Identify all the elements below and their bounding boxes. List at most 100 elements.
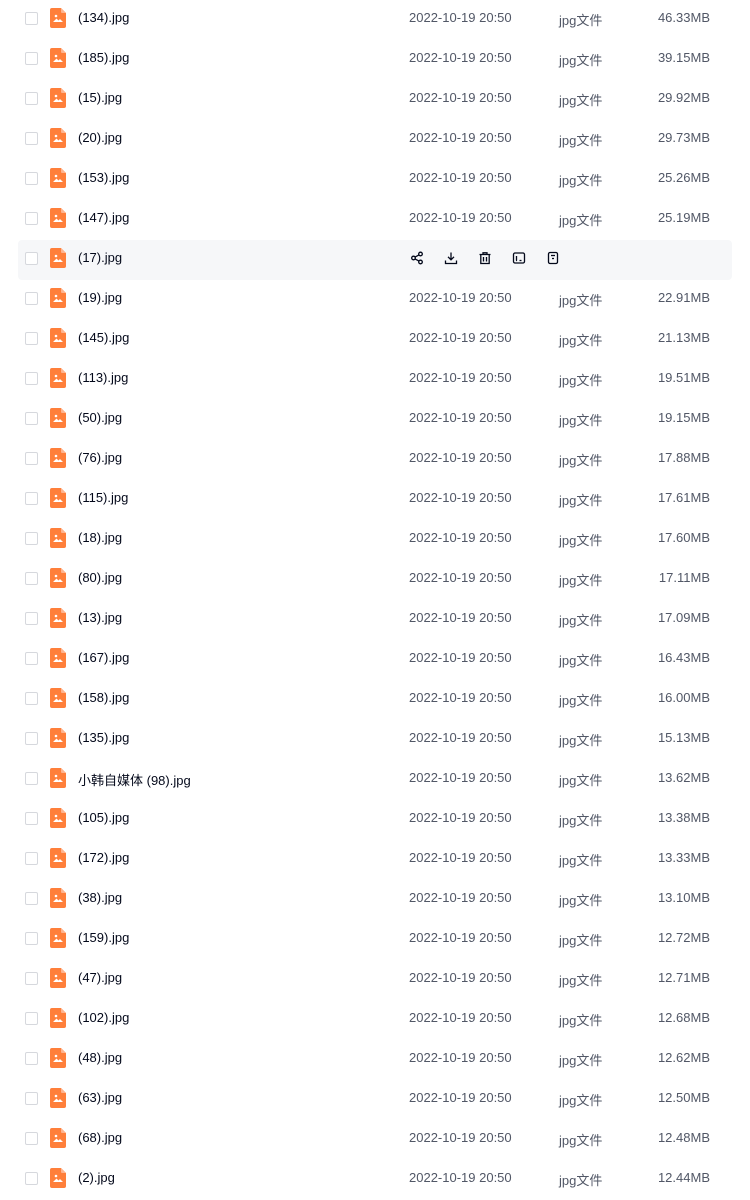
file-row[interactable]: (115).jpg 2022-10-19 20:50 jpg文件 17.61MB: [18, 480, 732, 520]
file-name[interactable]: (38).jpg: [78, 890, 122, 905]
file-name[interactable]: (135).jpg: [78, 730, 129, 745]
row-checkbox[interactable]: [25, 732, 38, 745]
file-row[interactable]: (185).jpg 2022-10-19 20:50 jpg文件 39.15MB: [18, 40, 732, 80]
file-row[interactable]: (172).jpg 2022-10-19 20:50 jpg文件 13.33MB: [18, 840, 732, 880]
row-checkbox[interactable]: [25, 1052, 38, 1065]
row-checkbox[interactable]: [25, 52, 38, 65]
row-checkbox[interactable]: [25, 892, 38, 905]
file-name[interactable]: (15).jpg: [78, 90, 122, 105]
row-checkbox[interactable]: [25, 612, 38, 625]
file-row[interactable]: (63).jpg 2022-10-19 20:50 jpg文件 12.50MB: [18, 1080, 732, 1120]
row-checkbox[interactable]: [25, 652, 38, 665]
file-row[interactable]: (76).jpg 2022-10-19 20:50 jpg文件 17.88MB: [18, 440, 732, 480]
row-checkbox[interactable]: [25, 372, 38, 385]
file-row[interactable]: (167).jpg 2022-10-19 20:50 jpg文件 16.43MB: [18, 640, 732, 680]
row-checkbox[interactable]: [25, 412, 38, 425]
file-row[interactable]: (13).jpg 2022-10-19 20:50 jpg文件 17.09MB: [18, 600, 732, 640]
file-name[interactable]: (20).jpg: [78, 130, 122, 145]
file-row[interactable]: (159).jpg 2022-10-19 20:50 jpg文件 12.72MB: [18, 920, 732, 960]
file-name[interactable]: (102).jpg: [78, 1010, 129, 1025]
file-row[interactable]: (68).jpg 2022-10-19 20:50 jpg文件 12.48MB: [18, 1120, 732, 1160]
file-row[interactable]: (47).jpg 2022-10-19 20:50 jpg文件 12.71MB: [18, 960, 732, 1000]
file-row[interactable]: (147).jpg 2022-10-19 20:50 jpg文件 25.19MB: [18, 200, 732, 240]
row-checkbox[interactable]: [25, 1132, 38, 1145]
file-name[interactable]: (17).jpg: [78, 250, 122, 265]
delete-icon[interactable]: [476, 249, 494, 267]
file-name[interactable]: (105).jpg: [78, 810, 129, 825]
file-row[interactable]: (19).jpg 2022-10-19 20:50 jpg文件 22.91MB: [18, 280, 732, 320]
row-checkbox[interactable]: [25, 692, 38, 705]
file-name[interactable]: (134).jpg: [78, 10, 129, 25]
file-name[interactable]: (47).jpg: [78, 970, 122, 985]
file-row[interactable]: (145).jpg 2022-10-19 20:50 jpg文件 21.13MB: [18, 320, 732, 360]
file-row[interactable]: (153).jpg 2022-10-19 20:50 jpg文件 25.26MB: [18, 160, 732, 200]
file-row[interactable]: (50).jpg 2022-10-19 20:50 jpg文件 19.15MB: [18, 400, 732, 440]
file-row[interactable]: (15).jpg 2022-10-19 20:50 jpg文件 29.92MB: [18, 80, 732, 120]
file-name[interactable]: (18).jpg: [78, 530, 122, 545]
row-checkbox[interactable]: [25, 532, 38, 545]
file-date: 2022-10-19 20:50: [409, 50, 512, 65]
file-name[interactable]: 小韩自媒体 (98).jpg: [78, 770, 191, 789]
row-checkbox[interactable]: [25, 252, 38, 265]
row-checkbox[interactable]: [25, 12, 38, 25]
row-checkbox[interactable]: [25, 932, 38, 945]
file-name[interactable]: (145).jpg: [78, 330, 129, 345]
row-checkbox[interactable]: [25, 332, 38, 345]
file-name[interactable]: (153).jpg: [78, 170, 129, 185]
file-row[interactable]: (18).jpg 2022-10-19 20:50 jpg文件 17.60MB: [18, 520, 732, 560]
row-checkbox[interactable]: [25, 1172, 38, 1185]
file-row[interactable]: (102).jpg 2022-10-19 20:50 jpg文件 12.68MB: [18, 1000, 732, 1040]
file-name[interactable]: (113).jpg: [78, 370, 128, 385]
file-name[interactable]: (115).jpg: [78, 490, 128, 505]
share-icon[interactable]: [408, 249, 426, 267]
file-row[interactable]: (158).jpg 2022-10-19 20:50 jpg文件 16.00MB: [18, 680, 732, 720]
file-row[interactable]: (38).jpg 2022-10-19 20:50 jpg文件 13.10MB: [18, 880, 732, 920]
more-icon[interactable]: [544, 249, 562, 267]
row-checkbox[interactable]: [25, 292, 38, 305]
file-name[interactable]: (159).jpg: [78, 930, 129, 945]
file-name[interactable]: (68).jpg: [78, 1130, 122, 1145]
file-name[interactable]: (13).jpg: [78, 610, 122, 625]
row-checkbox[interactable]: [25, 1092, 38, 1105]
image-file-icon: [50, 848, 66, 868]
file-date: 2022-10-19 20:50: [409, 90, 512, 105]
row-checkbox[interactable]: [25, 492, 38, 505]
image-file-icon: [50, 728, 66, 748]
row-checkbox[interactable]: [25, 972, 38, 985]
file-row[interactable]: (134).jpg 2022-10-19 20:50 jpg文件 46.33MB: [18, 0, 732, 40]
file-name[interactable]: (172).jpg: [78, 850, 129, 865]
file-name[interactable]: (158).jpg: [78, 690, 129, 705]
file-row[interactable]: (48).jpg 2022-10-19 20:50 jpg文件 12.62MB: [18, 1040, 732, 1080]
row-checkbox[interactable]: [25, 852, 38, 865]
row-checkbox[interactable]: [25, 772, 38, 785]
file-row[interactable]: 小韩自媒体 (98).jpg 2022-10-19 20:50 jpg文件 13.62…: [18, 760, 732, 800]
file-name[interactable]: (76).jpg: [78, 450, 122, 465]
file-row[interactable]: (105).jpg 2022-10-19 20:50 jpg文件 13.38MB: [18, 800, 732, 840]
row-checkbox[interactable]: [25, 452, 38, 465]
file-name[interactable]: (63).jpg: [78, 1090, 122, 1105]
file-name[interactable]: (2).jpg: [78, 1170, 115, 1185]
row-checkbox[interactable]: [25, 572, 38, 585]
row-checkbox[interactable]: [25, 172, 38, 185]
row-checkbox[interactable]: [25, 212, 38, 225]
file-row[interactable]: (135).jpg 2022-10-19 20:50 jpg文件 15.13MB: [18, 720, 732, 760]
file-row[interactable]: (17).jpg: [18, 240, 732, 280]
file-row[interactable]: (20).jpg 2022-10-19 20:50 jpg文件 29.73MB: [18, 120, 732, 160]
file-row[interactable]: (113).jpg 2022-10-19 20:50 jpg文件 19.51MB: [18, 360, 732, 400]
row-checkbox[interactable]: [25, 92, 38, 105]
file-name[interactable]: (19).jpg: [78, 290, 122, 305]
file-name[interactable]: (48).jpg: [78, 1050, 122, 1065]
download-icon[interactable]: [442, 249, 460, 267]
row-checkbox[interactable]: [25, 132, 38, 145]
file-name[interactable]: (80).jpg: [78, 570, 122, 585]
image-file-icon: [50, 968, 66, 988]
file-row[interactable]: (80).jpg 2022-10-19 20:50 jpg文件 17.11MB: [18, 560, 732, 600]
rename-icon[interactable]: [510, 249, 528, 267]
file-name[interactable]: (50).jpg: [78, 410, 122, 425]
file-name[interactable]: (147).jpg: [78, 210, 129, 225]
row-checkbox[interactable]: [25, 1012, 38, 1025]
file-name[interactable]: (185).jpg: [78, 50, 129, 65]
file-row[interactable]: (2).jpg 2022-10-19 20:50 jpg文件 12.44MB: [18, 1160, 732, 1200]
file-name[interactable]: (167).jpg: [78, 650, 129, 665]
row-checkbox[interactable]: [25, 812, 38, 825]
